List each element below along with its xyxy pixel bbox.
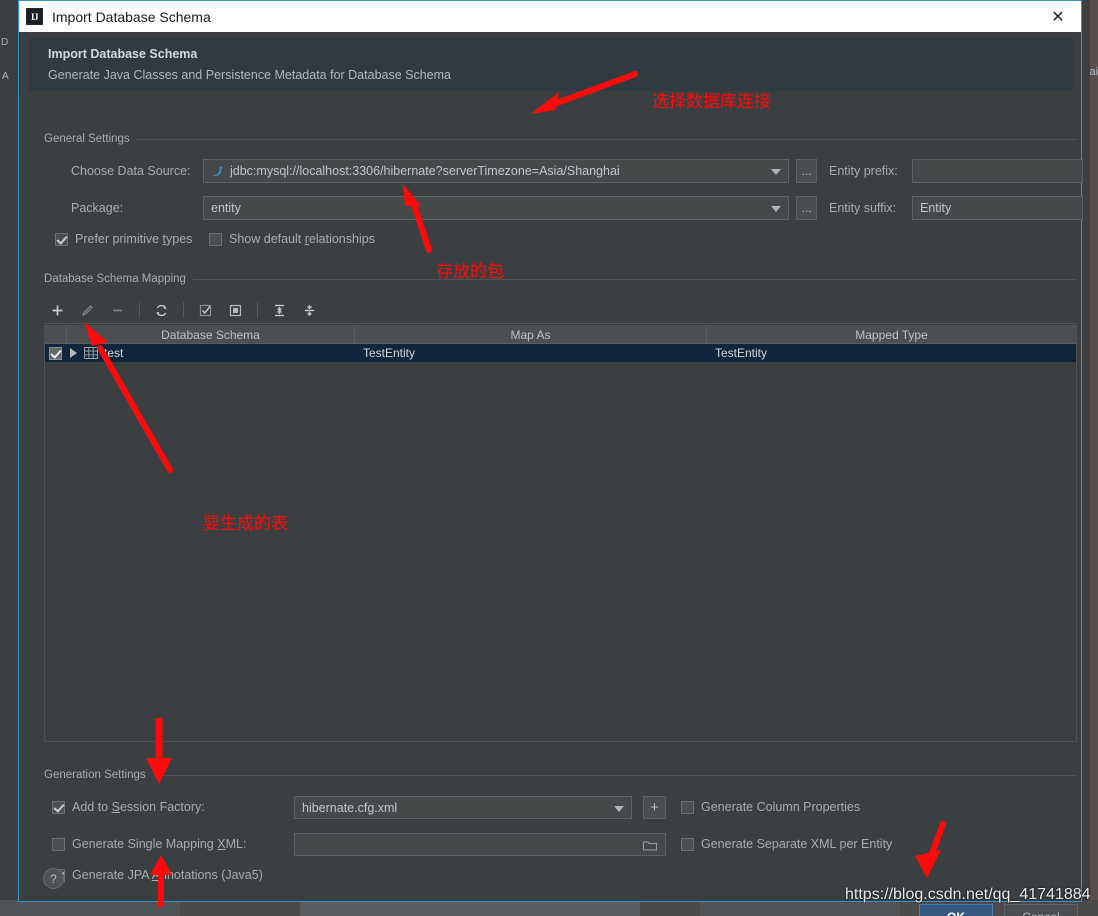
schema-mapping-toolbar xyxy=(44,297,1077,324)
banner-title: Import Database Schema xyxy=(48,47,198,61)
checkbox-icon[interactable] xyxy=(55,232,68,246)
table-header-row: Database Schema Map As Mapped Type xyxy=(45,325,1076,344)
help-button[interactable]: ? xyxy=(43,868,64,889)
chevron-down-icon[interactable] xyxy=(614,805,624,812)
cancel-button[interactable]: Cancel xyxy=(1004,904,1078,916)
row-database-schema-cell[interactable]: test xyxy=(67,344,355,362)
dialog-titlebar: IJ Import Database Schema ✕ xyxy=(19,1,1081,32)
entity-prefix-input[interactable] xyxy=(912,159,1083,183)
select-all-checkbox-icon[interactable] xyxy=(192,299,218,321)
background-right-strip xyxy=(1090,0,1098,916)
generate-column-properties-checkbox[interactable]: Generate Column Properties xyxy=(681,800,860,814)
generation-settings-label: Generation Settings xyxy=(44,769,146,781)
row-mapped-type-cell[interactable]: TestEntity xyxy=(707,344,1076,362)
generate-single-mapping-xml-checkbox[interactable]: Generate Single Mapping XML: xyxy=(52,837,246,851)
toolbar-separator xyxy=(257,302,258,318)
toolbar-separator xyxy=(139,302,140,318)
background-right-label: ai xyxy=(1089,66,1098,78)
row-checkbox-icon[interactable] xyxy=(49,346,62,360)
edit-pencil-icon xyxy=(74,299,100,321)
table-header-mapped-type[interactable]: Mapped Type xyxy=(707,325,1076,344)
divider xyxy=(152,774,1077,776)
data-source-value: jdbc:mysql://localhost:3306/hibernate?se… xyxy=(230,164,620,178)
generate-separate-xml-checkbox[interactable]: Generate Separate XML per Entity xyxy=(681,837,892,851)
add-to-session-factory-label: Add to Session Factory: xyxy=(72,800,205,814)
generate-jpa-annotations-label: Generate JPA Annotations (Java5) xyxy=(72,868,263,882)
close-icon[interactable]: ✕ xyxy=(1035,1,1081,32)
entity-suffix-input[interactable]: Entity xyxy=(912,196,1083,220)
checkbox-icon[interactable] xyxy=(209,232,222,246)
data-source-combobox[interactable]: jdbc:mysql://localhost:3306/hibernate?se… xyxy=(203,159,789,183)
chevron-down-icon[interactable] xyxy=(771,206,781,212)
generate-single-mapping-xml-label: Generate Single Mapping XML: xyxy=(72,837,247,851)
generation-settings-group-title: Generation Settings xyxy=(44,769,1077,781)
row-checkbox-cell[interactable] xyxy=(45,344,67,362)
generate-column-properties-label: Generate Column Properties xyxy=(701,800,861,814)
remove-icon xyxy=(104,299,130,321)
package-value: entity xyxy=(211,201,241,215)
add-icon[interactable] xyxy=(44,299,70,321)
dialog-banner: Import Database Schema Generate Java Cla… xyxy=(29,38,1073,91)
chevron-down-icon[interactable] xyxy=(771,169,781,175)
single-mapping-xml-input[interactable] xyxy=(294,833,666,856)
entity-prefix-label: Entity prefix: xyxy=(829,164,898,178)
add-to-session-factory-checkbox[interactable]: Add to Session Factory: xyxy=(52,800,205,814)
checkbox-icon[interactable] xyxy=(681,837,694,851)
data-source-browse-button[interactable]: ... xyxy=(796,159,817,183)
entity-suffix-label: Entity suffix: xyxy=(829,201,897,215)
collapse-all-icon[interactable] xyxy=(296,299,322,321)
deselect-all-checkbox-icon[interactable] xyxy=(222,299,248,321)
add-session-factory-button[interactable]: + xyxy=(643,796,666,819)
session-factory-combobox[interactable]: hibernate.cfg.xml xyxy=(294,796,632,819)
package-label: Package: xyxy=(71,201,124,215)
divider xyxy=(136,138,1077,140)
chevron-right-icon[interactable] xyxy=(70,348,77,358)
mysql-dolphin-icon xyxy=(212,165,223,176)
session-factory-value: hibernate.cfg.xml xyxy=(302,800,398,815)
checkbox-icon[interactable] xyxy=(52,800,65,814)
ok-button[interactable]: OK xyxy=(919,904,993,916)
checkbox-icon[interactable] xyxy=(681,800,694,814)
dialog-title: Import Database Schema xyxy=(52,8,211,25)
background-status-seg xyxy=(300,900,640,916)
generate-separate-xml-label: Generate Separate XML per Entity xyxy=(701,837,893,851)
import-database-schema-dialog: IJ Import Database Schema ✕ Import Datab… xyxy=(18,0,1083,916)
entity-suffix-value: Entity xyxy=(920,201,952,215)
dialog-body: Import Database Schema Generate Java Cla… xyxy=(19,32,1083,916)
row-map-as-cell[interactable]: TestEntity xyxy=(355,344,707,362)
table-header-checkbox-col xyxy=(45,325,67,344)
data-source-label: Choose Data Source: xyxy=(71,164,191,178)
row-schema-name: test xyxy=(104,346,124,360)
package-combobox[interactable]: entity xyxy=(203,196,789,220)
table-row[interactable]: test TestEntity TestEntity xyxy=(45,344,1076,362)
generate-jpa-annotations-checkbox[interactable]: Generate JPA Annotations (Java5) xyxy=(52,868,263,882)
schema-mapping-table[interactable]: Database Schema Map As Mapped Type test … xyxy=(44,325,1077,742)
banner-subtitle: Generate Java Classes and Persistence Me… xyxy=(48,68,451,82)
prefer-primitive-types-label: Prefer primitive types xyxy=(75,232,193,246)
package-browse-button[interactable]: ... xyxy=(796,196,817,220)
refresh-icon[interactable] xyxy=(148,299,174,321)
background-tab-label-2: A xyxy=(2,71,9,82)
divider xyxy=(192,278,1077,280)
schema-mapping-group-title: Database Schema Mapping xyxy=(44,273,1077,285)
show-default-relationships-label: Show default relationships xyxy=(229,232,375,246)
folder-icon[interactable] xyxy=(643,840,657,851)
general-settings-group-title: General Settings xyxy=(44,133,1077,145)
schema-mapping-label: Database Schema Mapping xyxy=(44,273,186,285)
show-default-relationships-checkbox[interactable]: Show default relationships xyxy=(209,232,375,246)
prefer-primitive-types-checkbox[interactable]: Prefer primitive types xyxy=(55,232,192,246)
database-table-icon xyxy=(84,347,98,359)
intellij-idea-icon: IJ xyxy=(26,8,43,25)
background-status-seg xyxy=(700,900,900,916)
general-settings-label: General Settings xyxy=(44,133,130,145)
background-status-seg xyxy=(0,900,180,916)
toolbar-separator xyxy=(183,302,184,318)
table-header-map-as[interactable]: Map As xyxy=(355,325,707,344)
background-tab-label-1: D xyxy=(1,37,9,48)
expand-all-icon[interactable] xyxy=(266,299,292,321)
table-header-database-schema[interactable]: Database Schema xyxy=(67,325,355,344)
checkbox-icon[interactable] xyxy=(52,837,65,851)
